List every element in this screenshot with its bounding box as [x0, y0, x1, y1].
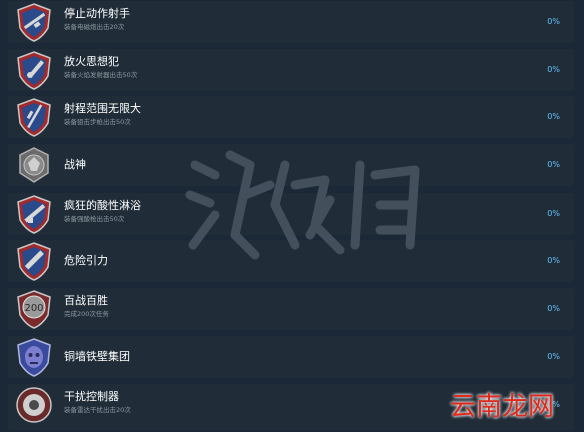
svg-text:200: 200 [24, 303, 43, 314]
achievement-row[interactable]: 战神 0% [8, 144, 574, 186]
mask-emblem-icon [17, 338, 51, 377]
gravity-gun-shield-icon [17, 242, 51, 281]
sniper-shield-icon [17, 98, 51, 137]
achievement-description: 完成200次任务 [64, 310, 109, 318]
achievement-title: 停止动作射手 [64, 7, 130, 20]
rifle-shield-icon [17, 3, 51, 42]
achievement-percent: 0% [547, 65, 560, 74]
achievement-row[interactable]: 射程范围无限大 装备狙击步枪出击50次 0% [8, 96, 574, 138]
achievement-title: 疯狂的酸性淋浴 [64, 199, 141, 212]
achievement-title: 铜墙铁壁集团 [64, 350, 130, 363]
achievement-row[interactable]: 疯狂的酸性淋浴 装备强酸枪出击50次 0% [8, 193, 574, 235]
corner-site-logo: 云南龙网 [442, 386, 584, 432]
achievement-title: 放火思想犯 [64, 55, 119, 68]
achievement-title: 战神 [64, 158, 86, 171]
achievement-title: 射程范围无限大 [64, 102, 141, 115]
achievement-percent: 0% [547, 352, 560, 361]
achievement-description: 装备火焰发射器出击50次 [64, 71, 138, 79]
achievement-row[interactable]: 200 百战百胜 完成200次任务 0% [8, 288, 574, 330]
jammer-device-icon [16, 387, 52, 423]
achievement-title: 干扰控制器 [64, 390, 119, 403]
achievement-row[interactable]: 放火思想犯 装备火焰发射器出击50次 0% [8, 49, 574, 91]
achievement-percent: 0% [547, 209, 560, 218]
flamethrower-shield-icon [17, 51, 51, 90]
achievement-percent: 0% [547, 304, 560, 313]
achievement-row[interactable]: 停止动作射手 装备电磁炮出击20次 0% [8, 1, 574, 43]
war-god-emblem-icon [19, 147, 49, 183]
achievement-row[interactable]: 危险引力 0% [8, 240, 574, 282]
achievement-description: 装备强酸枪出击50次 [64, 215, 125, 223]
achievement-percent: 0% [547, 160, 560, 169]
corner-logo-text: 云南龙网 [450, 392, 555, 422]
achievement-title: 百战百胜 [64, 294, 108, 307]
achievement-description: 装备狙击步枪出击50次 [64, 118, 131, 126]
achievement-list: 停止动作射手 装备电磁炮出击20次 0% 放火思想犯 装备火焰发射器出击50次 … [0, 0, 584, 432]
achievement-percent: 0% [547, 17, 560, 26]
achievement-row[interactable]: 铜墙铁壁集团 0% [8, 336, 574, 378]
200-medal-icon: 200 [17, 290, 51, 329]
acid-gun-shield-icon [17, 195, 51, 234]
achievement-title: 危险引力 [64, 254, 108, 267]
achievement-description: 装备电磁炮出击20次 [64, 23, 125, 31]
achievement-percent: 0% [547, 256, 560, 265]
achievement-percent: 0% [547, 112, 560, 121]
achievement-description: 装备雷达干扰出击20次 [64, 406, 131, 414]
